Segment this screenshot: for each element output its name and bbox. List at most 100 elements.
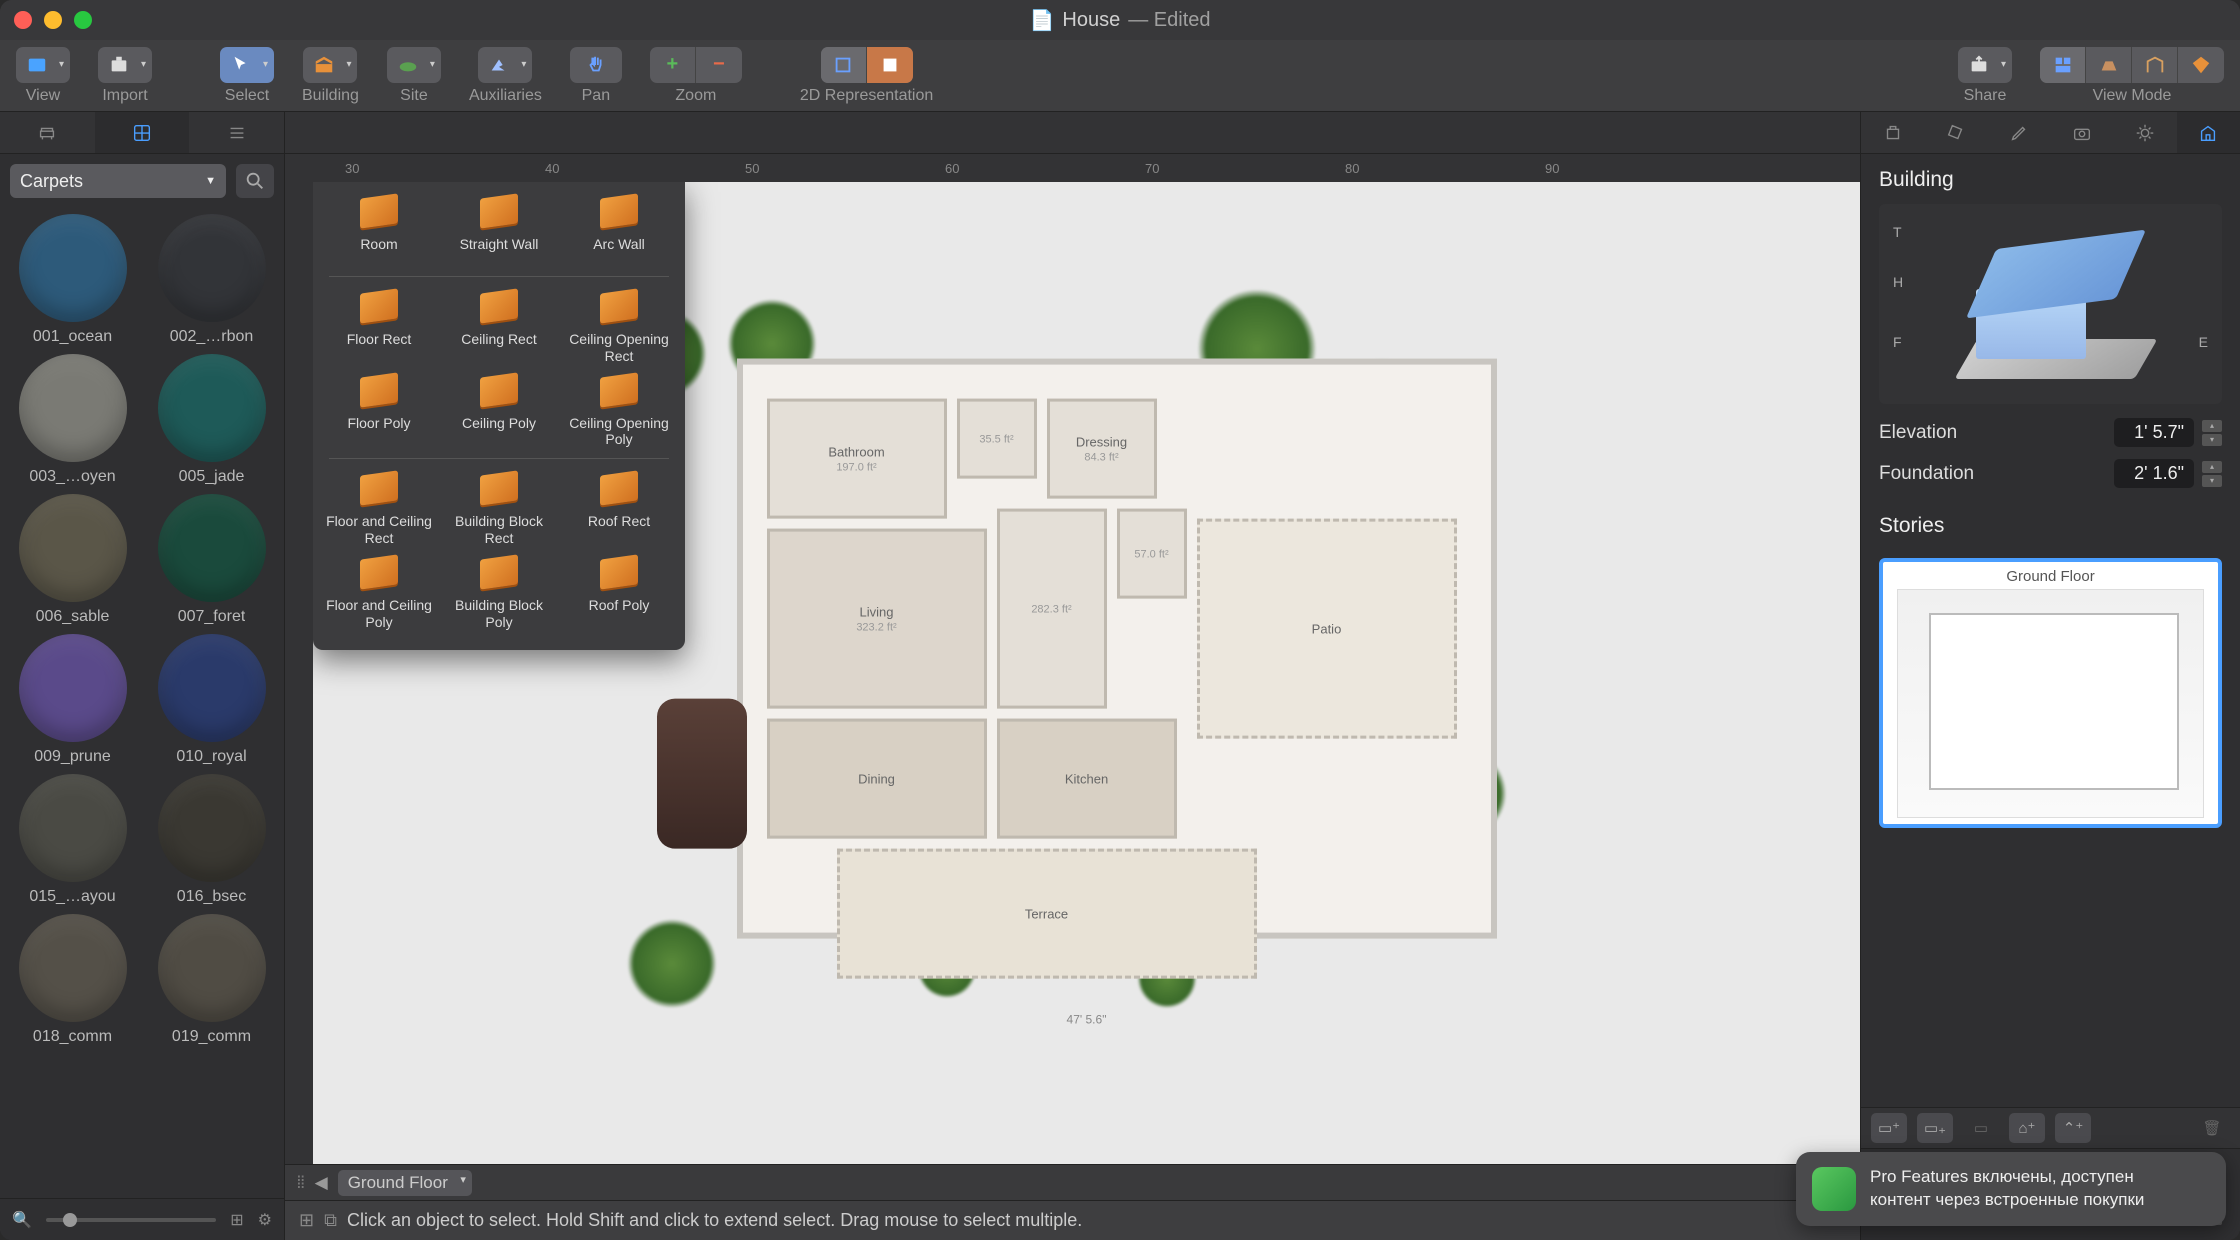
window-minimize[interactable] (44, 11, 62, 29)
viewmode-seg (2040, 47, 2224, 83)
building-tool-item[interactable]: Floor Poly (324, 375, 434, 449)
status-icon-snap[interactable]: ⧉ (324, 1210, 337, 1231)
foundation-stepper[interactable]: ▴▾ (2202, 460, 2222, 488)
elevation-input[interactable]: 1' 5.7" (2114, 418, 2194, 447)
foundation-input[interactable]: 2' 1.6" (2114, 459, 2194, 488)
material-swatch[interactable]: 009_prune (6, 634, 139, 766)
pro-features-notification[interactable]: Pro Features включены, доступен контент … (1796, 1152, 2226, 1226)
window-close[interactable] (14, 11, 32, 29)
rep2d-mode1[interactable] (821, 47, 867, 83)
swatch-label: 009_prune (34, 748, 111, 766)
site-tool-button[interactable] (387, 47, 441, 83)
material-swatch[interactable]: 019_comm (145, 914, 278, 1046)
tool-icon (480, 372, 518, 407)
library-search-button[interactable] (236, 164, 274, 198)
material-swatch[interactable]: 003_…oyen (6, 354, 139, 486)
building-tool-item[interactable]: Building Block Rect (444, 473, 554, 547)
building-tool-item[interactable]: Floor and Ceiling Rect (324, 473, 434, 547)
material-swatch[interactable]: 007_foret (145, 494, 278, 626)
library-grid[interactable]: 001_ocean002_…rbon003_…oyen005_jade006_s… (0, 208, 284, 1198)
story-thumbnail[interactable]: Ground Floor (1879, 558, 2222, 828)
share-button[interactable] (1958, 47, 2012, 83)
swatch-label: 010_royal (176, 748, 246, 766)
material-swatch[interactable]: 010_royal (145, 634, 278, 766)
room-dressing[interactable]: Dressing84.3 ft² (1047, 399, 1157, 499)
rep2d-mode2[interactable] (867, 47, 913, 83)
insp-tab-edit[interactable] (1987, 112, 2050, 153)
material-swatch[interactable]: 006_sable (6, 494, 139, 626)
viewmode-walk[interactable] (2178, 47, 2224, 83)
library-zoom-slider[interactable] (46, 1218, 216, 1222)
building-tool-item[interactable]: Ceiling Rect (444, 291, 554, 365)
material-swatch[interactable]: 015_…ayou (6, 774, 139, 906)
material-swatch[interactable]: 005_jade (145, 354, 278, 486)
select-tool-button[interactable] (220, 47, 274, 83)
elevation-stepper[interactable]: ▴▾ (2202, 419, 2222, 447)
library-category-select[interactable]: Carpets ▼ (10, 164, 226, 198)
insp-tab-building[interactable] (2177, 112, 2240, 153)
building-tool-item[interactable]: Ceiling Opening Poly (564, 375, 674, 449)
building-tool-item[interactable]: Room (324, 196, 434, 266)
pan-button[interactable] (570, 47, 622, 83)
building-tool-item[interactable]: Arc Wall (564, 196, 674, 266)
nav-left-icon[interactable]: ◀ (315, 1173, 328, 1193)
tab-furniture[interactable] (0, 112, 95, 153)
import-button[interactable] (98, 47, 152, 83)
material-swatch[interactable]: 001_ocean (6, 214, 139, 346)
aux-tool-button[interactable] (478, 47, 532, 83)
window-zoom[interactable] (74, 11, 92, 29)
zoom-out-button[interactable]: − (696, 47, 742, 83)
building-tool-item[interactable]: Floor and Ceiling Poly (324, 557, 434, 631)
building-tool-item[interactable]: Floor Rect (324, 291, 434, 365)
add-story-below-button[interactable]: ▭⁺ (1871, 1113, 1907, 1143)
insp-tab-object[interactable] (1861, 112, 1924, 153)
material-swatch[interactable]: 016_bsec (145, 774, 278, 906)
room-closet[interactable]: 57.0 ft² (1117, 509, 1187, 599)
viewmode-elev[interactable] (2132, 47, 2178, 83)
add-roof-button[interactable]: ⌂⁺ (2009, 1113, 2045, 1143)
room-bathroom[interactable]: Bathroom197.0 ft² (767, 399, 947, 519)
room-terrace[interactable]: Terrace (837, 849, 1257, 979)
insp-tab-camera[interactable] (2051, 112, 2114, 153)
viewmode-3d[interactable] (2086, 47, 2132, 83)
insp-tab-materials[interactable] (1924, 112, 1987, 153)
tab-materials[interactable] (95, 112, 190, 153)
insp-tab-light[interactable] (2114, 112, 2177, 153)
grip-icon[interactable]: ⦙⦙ (297, 1173, 305, 1193)
room-kitchen[interactable]: Kitchen (997, 719, 1177, 839)
building-tool-button[interactable] (303, 47, 357, 83)
canvas-viewport[interactable]: Bathroom197.0 ft² 35.5 ft² Dressing84.3 … (313, 182, 1860, 1164)
gear-icon[interactable]: ⚙ (258, 1210, 272, 1230)
story-ground-button[interactable]: ▭ (1963, 1113, 1999, 1143)
building-tool-item[interactable]: Roof Poly (564, 557, 674, 631)
tab-list[interactable] (189, 112, 284, 153)
floorplan[interactable]: Bathroom197.0 ft² 35.5 ft² Dressing84.3 … (637, 299, 1537, 1019)
zoom-out-icon[interactable]: 🔍 (12, 1210, 32, 1230)
add-story-above-button[interactable]: ▭₊ (1917, 1113, 1953, 1143)
building-tool-item[interactable]: Roof Rect (564, 473, 674, 547)
add-loft-button[interactable]: ⌃⁺ (2055, 1113, 2091, 1143)
room-small[interactable]: 35.5 ft² (957, 399, 1037, 479)
status-icon-grid[interactable]: ⊞ (299, 1210, 314, 1231)
tool-icon (360, 372, 398, 407)
room-living[interactable]: Living323.2 ft² (767, 529, 987, 709)
material-swatch[interactable]: 002_…rbon (145, 214, 278, 346)
zoom-in-button[interactable]: + (650, 47, 696, 83)
room-hall[interactable]: 282.3 ft² (997, 509, 1107, 709)
story-thumb-plan (1897, 589, 2204, 818)
dim-bottom: 47' 5.6" (1067, 1013, 1107, 1027)
room-patio[interactable]: Patio (1197, 519, 1457, 739)
viewmode-2d[interactable] (2040, 47, 2086, 83)
car[interactable] (657, 699, 747, 849)
story-select[interactable]: Ground Floor (338, 1170, 472, 1196)
building-tool-item[interactable]: Ceiling Opening Rect (564, 291, 674, 365)
building-tool-item[interactable]: Ceiling Poly (444, 375, 554, 449)
building-tool-item[interactable]: Building Block Poly (444, 557, 554, 631)
filter-icon[interactable]: ⊞ (230, 1210, 243, 1230)
toolbar: View Import Select Building Site Auxilia… (0, 40, 2240, 112)
material-swatch[interactable]: 018_comm (6, 914, 139, 1046)
view-button[interactable] (16, 47, 70, 83)
delete-story-button[interactable]: 🗑 (2194, 1113, 2230, 1143)
building-tool-item[interactable]: Straight Wall (444, 196, 554, 266)
room-dining[interactable]: Dining (767, 719, 987, 839)
